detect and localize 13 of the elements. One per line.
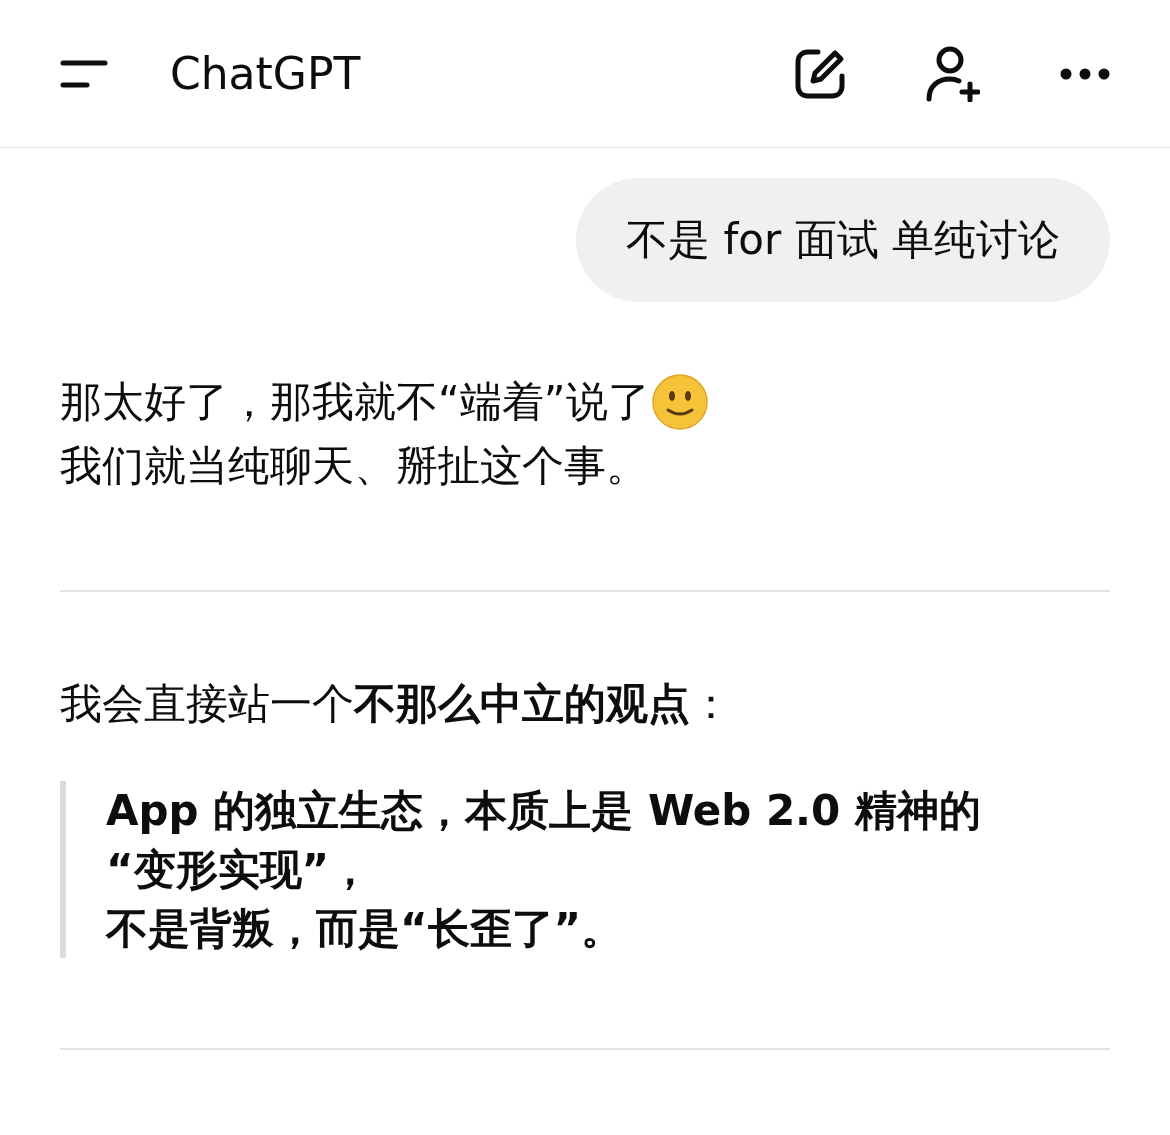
smiley-icon — [651, 374, 708, 430]
quote-text: “变形实现”， — [106, 844, 373, 896]
reply-paragraph: 我会直接站一个不那么中立的观点： — [59, 678, 733, 730]
reply-text: 我们就当纯聊天、掰扯这个事。 — [60, 440, 648, 492]
menu-icon[interactable] — [60, 59, 108, 88]
reply-text: 那太好了，那我就不“端着”说了 — [60, 376, 650, 428]
app-title: ChatGPT — [170, 46, 361, 101]
edit-icon[interactable] — [794, 47, 846, 100]
quote-text: App 的独立生态，本质上是 Web 2.0 精神的 — [106, 785, 982, 837]
quote-text: 不是背叛，而是“长歪了”。 — [106, 903, 625, 955]
add-user-icon[interactable] — [926, 45, 980, 102]
more-icon[interactable] — [1060, 67, 1110, 80]
user-message: 不是 for 面试 单纯讨论 — [576, 178, 1110, 302]
